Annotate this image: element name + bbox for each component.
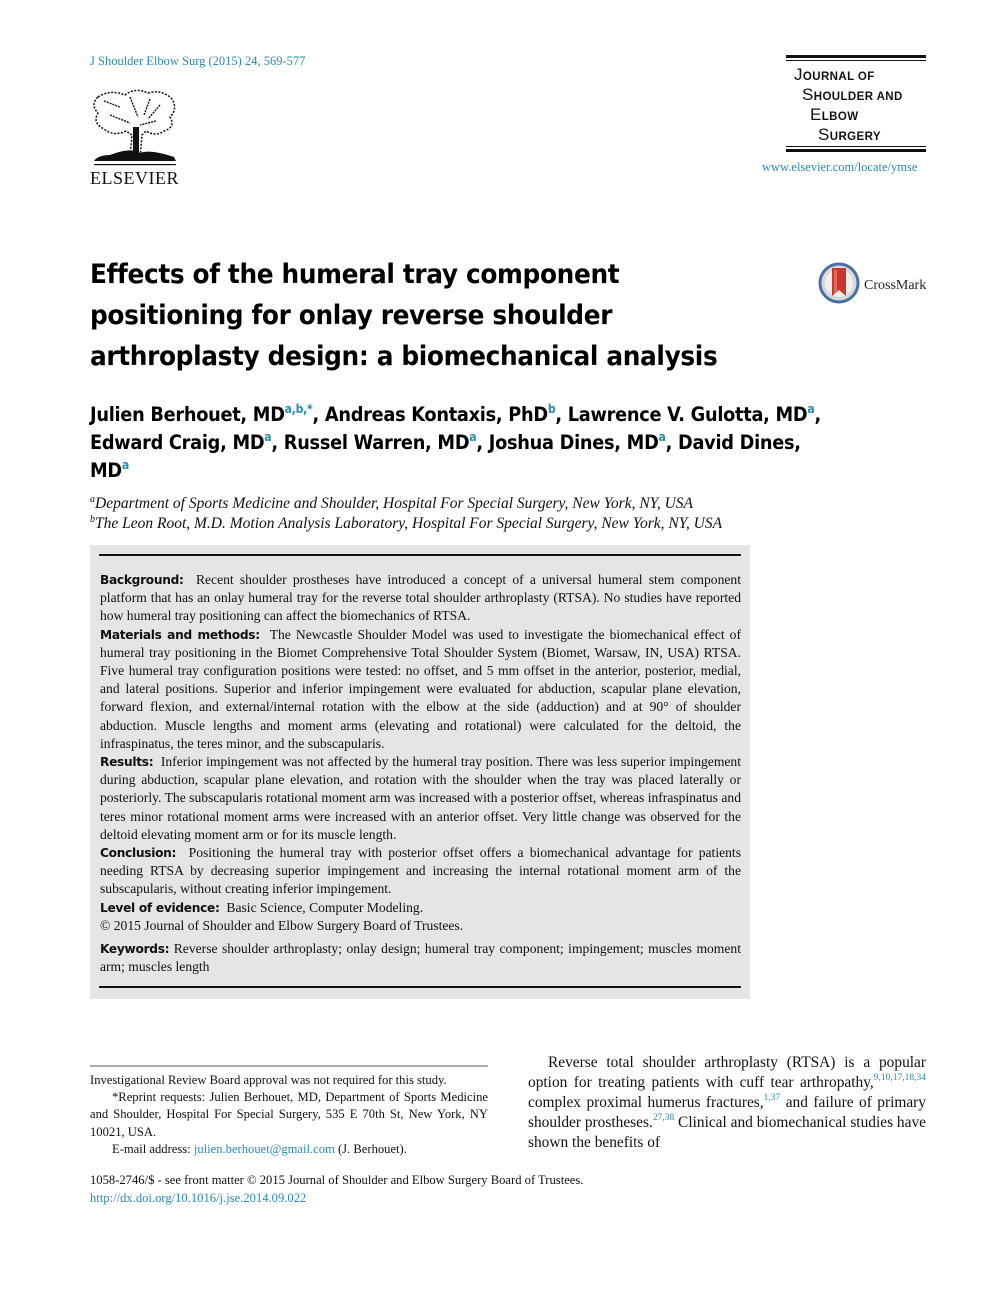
logo-rule-top-thin — [786, 60, 926, 61]
abstract-conclusion: Conclusion: Positioning the humeral tray… — [100, 845, 741, 897]
doi-link[interactable]: http://dx.doi.org/10.1016/j.jse.2014.09.… — [90, 1191, 306, 1206]
abstract-results: Results: Inferior impingement was not af… — [100, 754, 742, 842]
abstract-background: Background: Recent shoulder prostheses h… — [100, 572, 741, 624]
logo-line-2: SHOULDER AND — [802, 85, 903, 104]
footnote-divider — [90, 1065, 488, 1067]
logo-rule-top — [786, 55, 926, 58]
footnote-irb: Investigational Review Board approval wa… — [90, 1073, 447, 1087]
crossmark-button[interactable]: CrossMark — [818, 262, 926, 309]
logo-rule-bottom — [786, 149, 926, 152]
publisher-name: ELSEVIER — [90, 168, 179, 188]
issn-line: 1058-2746/$ - see front matter © 2015 Jo… — [90, 1173, 584, 1187]
author[interactable]: Lawrence V. Gulotta, MDa — [568, 403, 815, 426]
author[interactable]: Edward Craig, MDa — [90, 431, 272, 454]
author-affiliation-ref[interactable]: a — [469, 430, 476, 444]
affiliations: aDepartment of Sports Medicine and Shoul… — [90, 494, 722, 534]
author-affiliation-ref[interactable]: a — [659, 430, 666, 444]
journal-citation[interactable]: J Shoulder Elbow Surg (2015) 24, 569-577 — [90, 54, 305, 69]
article-title: Effects of the humeral tray component po… — [90, 259, 718, 372]
affiliation: bThe Leon Root, M.D. Motion Analysis Lab… — [90, 514, 723, 533]
abstract-copyright: © 2015 Journal of Shoulder and Elbow Sur… — [100, 917, 464, 933]
citation-ref[interactable]: 9,10,17,18,34 — [874, 1073, 926, 1083]
abstract-text: Background: Recent shoulder prostheses h… — [100, 571, 741, 976]
logo-line-1: JOURNAL OF — [794, 65, 875, 84]
citation-ref[interactable]: 27,38 — [653, 1113, 674, 1123]
citation-ref[interactable]: 1,37 — [764, 1093, 781, 1103]
author[interactable]: Andreas Kontaxis, PhDb — [325, 403, 556, 426]
journal-url-link[interactable]: www.elsevier.com/locate/ymse — [762, 160, 917, 175]
body-paragraph: Reverse total shoulder arthroplasty (RTS… — [528, 1054, 926, 1151]
body-text: Reverse total shoulder arthroplasty (RTS… — [528, 1053, 926, 1153]
author-affiliation-ref[interactable]: a — [122, 458, 129, 472]
author[interactable]: Julien Berhouet, MDa,b,* — [90, 402, 313, 426]
journal-logo: JOURNAL OF SHOULDER AND ELBOW SURGERY — [786, 55, 931, 155]
logo-line-4: SURGERY — [818, 125, 881, 144]
abstract-methods: Materials and methods: The Newcastle Sho… — [100, 626, 741, 751]
logo-line-3: ELBOW — [810, 105, 859, 124]
affiliation: aDepartment of Sports Medicine and Shoul… — [90, 494, 694, 513]
footnote-reprint: *Reprint requests: Julien Berhouet, MD, … — [90, 1090, 488, 1139]
abstract-box: Background: Recent shoulder prostheses h… — [90, 545, 750, 999]
crossmark-label: CrossMark — [864, 277, 927, 293]
abstract-keywords: Keywords: Reverse shoulder arthroplasty;… — [100, 941, 741, 975]
author[interactable]: Joshua Dines, MDa — [489, 431, 666, 454]
abstract-rule-top — [99, 554, 741, 556]
footnotes: Investigational Review Board approval wa… — [90, 1072, 488, 1158]
abstract-level-of-evidence: Level of evidence: Basic Science, Comput… — [100, 899, 424, 915]
email-link[interactable]: julien.berhouet@gmail.com — [194, 1142, 335, 1156]
logo-rule-bottom-thin — [786, 146, 926, 147]
author[interactable]: Russel Warren, MDa — [284, 431, 477, 454]
author-list: Julien Berhouet, MDa,b,*, Andreas Kontax… — [90, 402, 821, 482]
author-affiliation-ref[interactable]: a,b,* — [285, 402, 313, 416]
footnote-email: E-mail address: julien.berhouet@gmail.co… — [112, 1141, 407, 1156]
abstract-rule-bottom — [99, 986, 741, 988]
crossmark-icon — [818, 262, 860, 309]
